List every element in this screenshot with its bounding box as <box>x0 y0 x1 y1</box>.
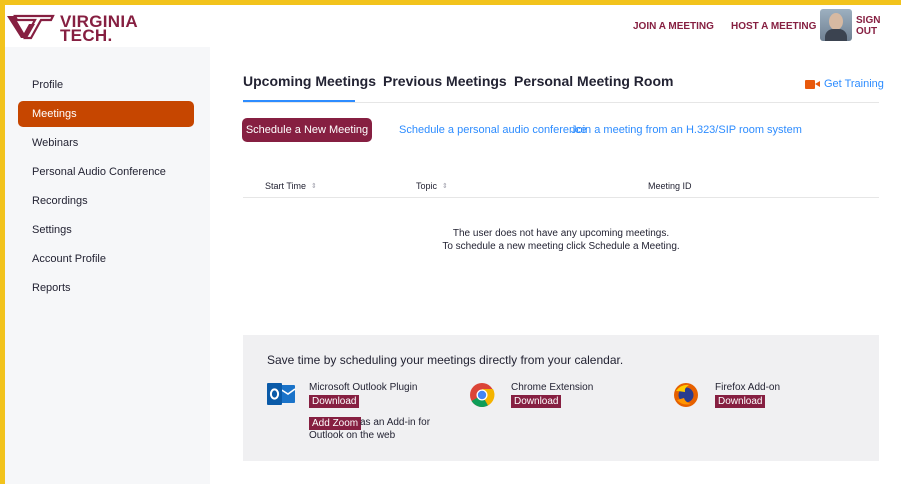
add-zoom-link[interactable]: Add Zoom <box>309 417 362 430</box>
get-training-label: Get Training <box>824 78 884 90</box>
sidebar-item-meetings[interactable]: Meetings <box>18 101 194 127</box>
firefox-icon <box>673 382 699 413</box>
column-label: Meeting ID <box>648 181 692 191</box>
header: VIRGINIA TECH. JOIN A MEETING HOST A MEE… <box>5 5 901 47</box>
panel-title: Save time by scheduling your meetings di… <box>267 353 624 367</box>
host-meeting-label: HOST A MEETING <box>731 20 817 32</box>
tab-previous-meetings[interactable]: Previous Meetings <box>383 73 507 89</box>
schedule-audio-conference-link[interactable]: Schedule a personal audio conference <box>399 124 587 136</box>
column-header-start-time[interactable]: Start Time ⇕ <box>265 181 317 191</box>
chrome-icon <box>469 382 495 413</box>
sidebar: Profile Meetings Webinars Personal Audio… <box>5 47 210 484</box>
get-training-link[interactable]: Get Training <box>805 78 884 90</box>
vt-monogram-icon <box>7 14 55 40</box>
empty-state-line-2: To schedule a new meeting click Schedule… <box>442 241 680 252</box>
sign-out-link[interactable]: SIGN OUT <box>856 5 901 47</box>
join-h323-sip-link[interactable]: Join a meeting from an H.323/SIP room sy… <box>571 124 802 136</box>
column-header-topic[interactable]: Topic ⇕ <box>416 181 448 191</box>
sidebar-item-webinars[interactable]: Webinars <box>18 130 194 156</box>
add-zoom-description: as an Add-in for <box>360 417 431 428</box>
sort-icon: ⇕ <box>311 183 317 190</box>
table-header-divider <box>243 197 879 198</box>
tab-personal-meeting-room[interactable]: Personal Meeting Room <box>514 73 673 89</box>
firefox-addon-name: Firefox Add-on <box>715 382 781 393</box>
column-label: Start Time <box>265 181 307 191</box>
column-header-meeting-id: Meeting ID <box>648 181 692 191</box>
empty-state-line-1: The user does not have any upcoming meet… <box>452 228 670 239</box>
calendar-integrations-panel: Save time by scheduling your meetings di… <box>243 335 879 461</box>
firefox-download-link[interactable]: Download <box>715 395 766 408</box>
chrome-extension-name: Chrome Extension <box>511 382 594 393</box>
add-zoom-description-line-2: Outlook on the web <box>309 430 396 441</box>
sidebar-item-recordings[interactable]: Recordings <box>18 188 194 214</box>
virginia-tech-logo[interactable]: VIRGINIA TECH. <box>5 10 138 45</box>
sidebar-item-personal-audio-conference[interactable]: Personal Audio Conference <box>18 159 194 185</box>
tabs-divider <box>243 102 879 103</box>
schedule-new-meeting-button[interactable]: Schedule a New Meeting <box>242 118 372 142</box>
host-meeting-menu[interactable]: HOST A MEETING <box>731 5 827 47</box>
column-label: Topic <box>416 181 438 191</box>
avatar[interactable] <box>820 9 852 41</box>
video-camera-icon <box>805 79 820 89</box>
outlook-download-link[interactable]: Download <box>309 395 360 408</box>
outlook-icon <box>266 381 296 412</box>
outlook-plugin-name: Microsoft Outlook Plugin <box>309 382 418 393</box>
sidebar-item-reports[interactable]: Reports <box>18 275 194 301</box>
sidebar-item-settings[interactable]: Settings <box>18 217 194 243</box>
sidebar-item-profile[interactable]: Profile <box>18 72 194 98</box>
tab-upcoming-meetings[interactable]: Upcoming Meetings <box>243 73 376 89</box>
join-meeting-link[interactable]: JOIN A MEETING <box>633 5 714 47</box>
sort-icon: ⇕ <box>442 183 448 190</box>
sidebar-item-account-profile[interactable]: Account Profile <box>18 246 194 272</box>
chrome-download-link[interactable]: Download <box>511 395 562 408</box>
logo-text-tech: TECH. <box>60 26 113 45</box>
